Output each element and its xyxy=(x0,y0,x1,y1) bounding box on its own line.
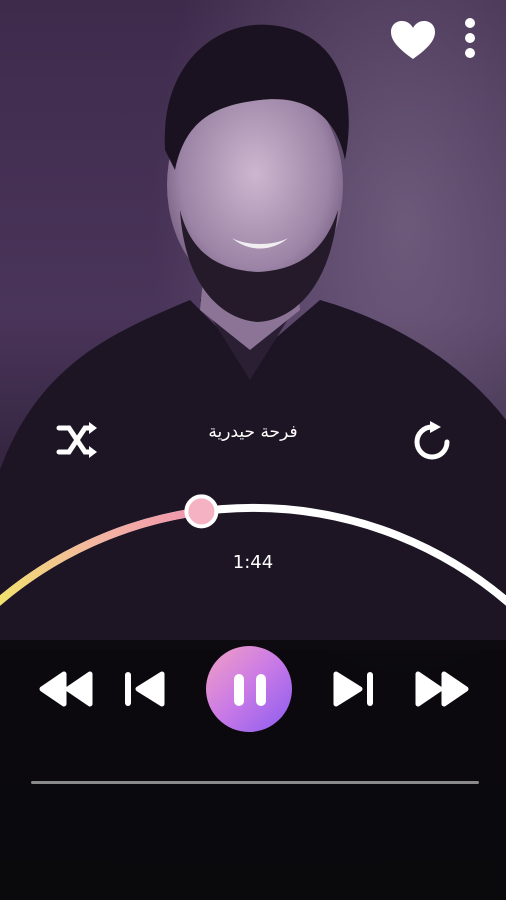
previous-button[interactable] xyxy=(125,671,165,707)
fast-forward-button[interactable] xyxy=(415,671,469,707)
rewind-button[interactable] xyxy=(39,671,93,707)
skip-previous-icon xyxy=(125,671,165,707)
repeat-icon xyxy=(414,421,450,460)
next-button[interactable] xyxy=(333,671,373,707)
shuffle-button[interactable] xyxy=(52,418,102,462)
repeat-button[interactable] xyxy=(408,418,456,466)
song-title: فرحة حيدرية xyxy=(208,422,298,442)
fast-forward-icon xyxy=(415,671,469,707)
progress-fill xyxy=(0,507,206,606)
shuffle-icon xyxy=(56,422,97,458)
skip-next-icon xyxy=(333,671,373,707)
more-vertical-icon xyxy=(465,18,475,58)
favorite-button[interactable] xyxy=(388,18,438,62)
play-pause-button[interactable] xyxy=(206,646,292,732)
music-player-screen: فرحة حيدرية 1:44 xyxy=(0,0,506,900)
divider xyxy=(31,781,479,784)
heart-icon xyxy=(391,21,435,59)
rewind-icon xyxy=(39,671,93,707)
more-options-button[interactable] xyxy=(457,16,483,60)
progress-thumb[interactable] xyxy=(184,494,219,529)
playback-controls xyxy=(39,646,469,732)
elapsed-time: 1:44 xyxy=(232,552,274,573)
